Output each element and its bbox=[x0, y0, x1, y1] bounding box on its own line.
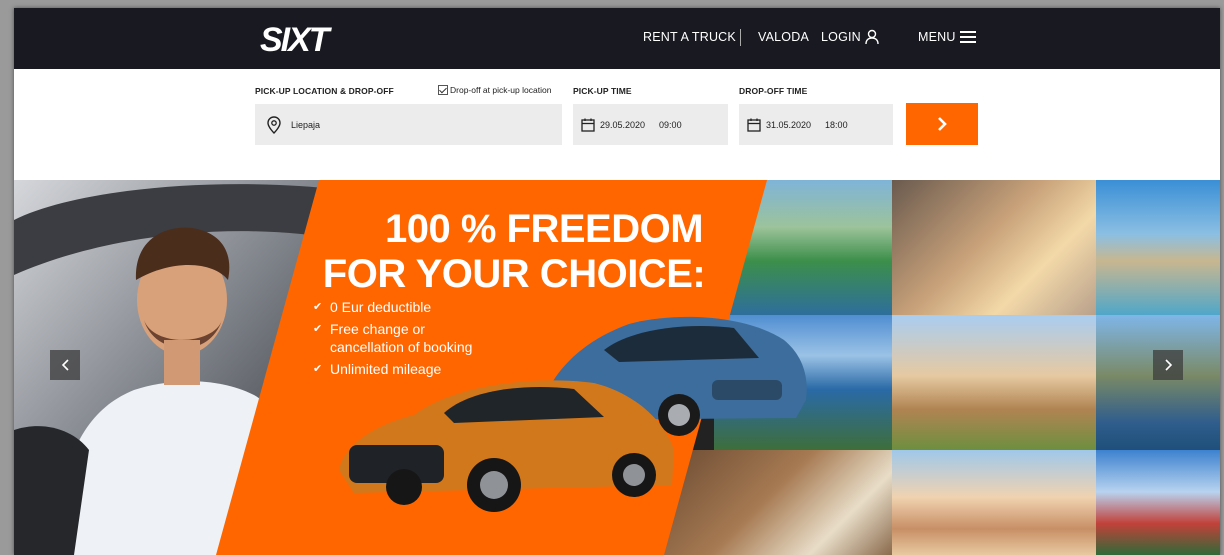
nav-login[interactable]: LOGIN bbox=[821, 30, 861, 44]
slider-prev-button[interactable] bbox=[50, 350, 80, 380]
chevron-right-icon bbox=[1164, 359, 1172, 371]
nav-separator bbox=[740, 29, 741, 46]
benefit-text-line2: cancellation of booking bbox=[330, 339, 473, 355]
dropoff-time-label: DROP-OFF TIME bbox=[739, 86, 808, 96]
promo-headline: 100 % FREEDOM FOR YOUR CHOICE: bbox=[314, 207, 714, 297]
benefit-text-line1: Free change or bbox=[330, 321, 425, 337]
nav-rent-a-truck[interactable]: RENT A TRUCK bbox=[643, 30, 736, 44]
checkmark-icon: ✔ bbox=[313, 323, 323, 335]
chevron-right-icon bbox=[938, 117, 947, 131]
dropoff-datetime-input[interactable]: 31.05.2020 18:00 bbox=[739, 104, 893, 145]
hamburger-menu-icon[interactable] bbox=[960, 31, 976, 44]
nav-menu[interactable]: MENU bbox=[918, 30, 956, 44]
dropoff-same-label: Drop-off at pick-up location bbox=[450, 85, 552, 95]
pickup-location-value: Liepaja bbox=[291, 119, 321, 130]
svg-text:SIXT: SIXT bbox=[260, 21, 333, 56]
nav-language[interactable]: VALODA bbox=[758, 30, 809, 44]
calendar-icon bbox=[581, 118, 595, 132]
pickup-date-value: 29.05.2020 bbox=[600, 119, 646, 130]
pickup-location-label: PICK-UP LOCATION & DROP-OFF bbox=[255, 86, 394, 96]
checkmark-icon: ✔ bbox=[313, 301, 323, 313]
location-pin-icon bbox=[267, 115, 281, 134]
top-header: SIXT RENT A TRUCK VALODA LOGIN MENU bbox=[14, 8, 1220, 69]
checkmark-icon: ✔ bbox=[313, 363, 323, 375]
promo-benefits-list: ✔ 0 Eur deductible ✔ Free change or canc… bbox=[313, 298, 472, 382]
user-icon[interactable] bbox=[865, 29, 879, 45]
calendar-icon bbox=[747, 118, 761, 132]
browser-page: SIXT RENT A TRUCK VALODA LOGIN MENU PICK… bbox=[14, 8, 1220, 555]
promo-headline-line2: FOR YOUR CHOICE: bbox=[322, 252, 706, 296]
benefit-text: 0 Eur deductible bbox=[330, 299, 432, 315]
benefit-item: ✔ 0 Eur deductible bbox=[313, 298, 472, 316]
search-button[interactable] bbox=[906, 103, 978, 145]
pickup-time-label: PICK-UP TIME bbox=[573, 86, 632, 96]
sixt-logo[interactable]: SIXT bbox=[258, 20, 348, 56]
hero-banner[interactable]: 100 % FREEDOM FOR YOUR CHOICE: ✔ 0 Eur d… bbox=[14, 180, 1220, 555]
benefit-text: Free change or cancellation of booking bbox=[330, 320, 472, 356]
dropoff-time-value: 18:00 bbox=[825, 119, 848, 130]
chevron-left-icon bbox=[61, 359, 69, 371]
dropoff-same-location-toggle[interactable]: Drop-off at pick-up location bbox=[438, 85, 551, 95]
dropoff-date-value: 31.05.2020 bbox=[766, 119, 812, 130]
benefit-item: ✔ Free change or cancellation of booking bbox=[313, 320, 472, 356]
car-audi-q8-orange bbox=[339, 380, 674, 512]
pickup-location-input[interactable]: Liepaja bbox=[255, 104, 562, 145]
pickup-datetime-input[interactable]: 29.05.2020 09:00 bbox=[573, 104, 728, 145]
dropoff-same-checkbox[interactable] bbox=[438, 85, 448, 95]
pickup-time-value: 09:00 bbox=[659, 119, 682, 130]
promo-headline-line1: 100 % FREEDOM bbox=[384, 207, 704, 251]
slider-next-button[interactable] bbox=[1153, 350, 1183, 380]
